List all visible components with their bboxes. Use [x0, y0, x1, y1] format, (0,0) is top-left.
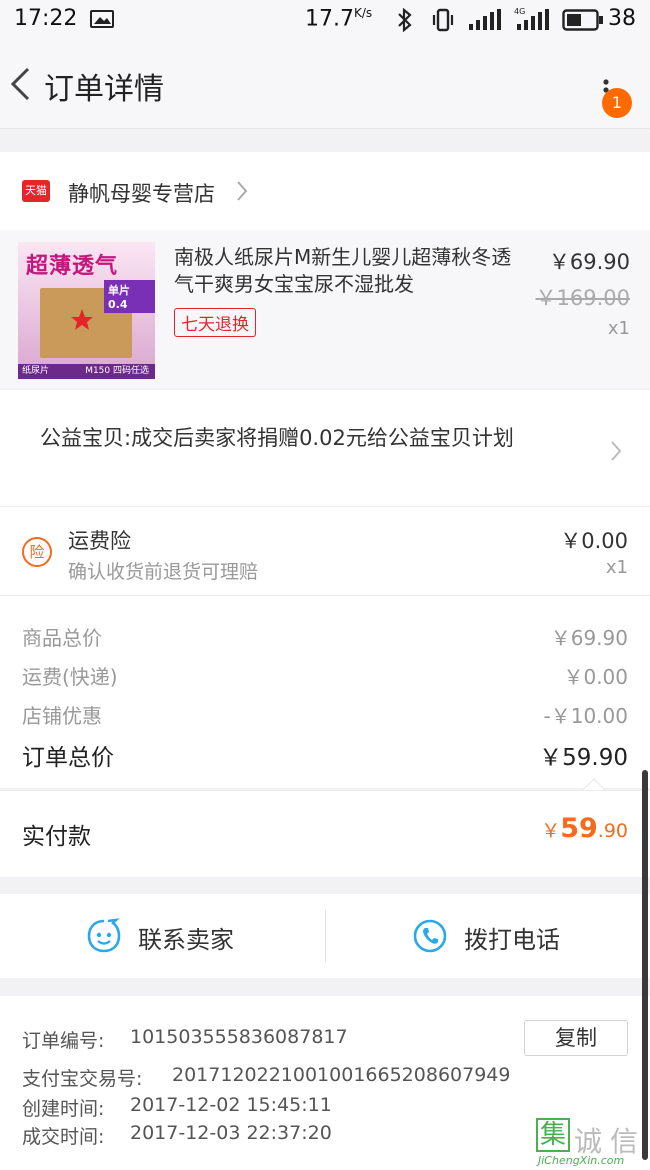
bluetooth-icon: [396, 7, 414, 36]
insurance-icon-char: 险: [29, 543, 45, 561]
status-time: 17:22: [14, 6, 78, 31]
product-quantity: x1: [607, 318, 630, 339]
call-phone-button[interactable]: 拨打电话: [326, 894, 650, 978]
scrollbar[interactable]: [642, 770, 648, 1160]
order-no-value: 101503555836087817: [130, 1026, 348, 1048]
battery-level: 38: [608, 6, 636, 31]
paid-amount-row: 实付款 ￥59.90: [0, 790, 650, 877]
paid-integer: 59: [560, 813, 598, 844]
charity-text: 公益宝贝:成交后卖家将捐赠0.02元给公益宝贝计划: [40, 426, 514, 450]
status-bar: 17:22 17.7K/s 4G 38: [0, 0, 650, 40]
watermark-logo: 集 诚 信 JiChengXin.com: [532, 1118, 650, 1170]
product-image-box-star: [70, 308, 94, 332]
signal-4g-icon: 4G: [514, 6, 550, 36]
product-image-banner: 超薄透气: [26, 254, 119, 279]
nav-header: 订单详情 1: [0, 40, 650, 129]
svg-text:4G: 4G: [514, 7, 525, 16]
watermark-url: JiChengXin.com: [538, 1154, 625, 1167]
notification-badge: 1: [602, 88, 632, 118]
created-label: 创建时间:: [22, 1098, 105, 1120]
order-total-label: 订单总价: [22, 745, 114, 771]
subtotal-label: 商品总价: [22, 626, 102, 650]
shop-name: 静帆母婴专营店: [68, 182, 215, 206]
chat-bubble-icon: [86, 918, 122, 958]
price-summary: 商品总价 ￥69.90 运费(快递) ￥0.00 店铺优惠 -￥10.00 订单…: [0, 596, 650, 792]
insurance-icon: 险: [22, 537, 52, 567]
paid-currency: ￥: [541, 820, 561, 842]
product-image-footer-right: M150 四码任选: [85, 366, 149, 376]
chevron-right-icon: [236, 180, 248, 206]
subtotal-value: ￥69.90: [550, 626, 628, 650]
battery-icon: [562, 9, 604, 35]
watermark-char-1: 集: [536, 1118, 570, 1152]
product-price: ￥69.90: [548, 250, 630, 274]
done-time: 2017-12-03 22:37:20: [130, 1122, 332, 1144]
discount-value: -￥10.00: [543, 704, 628, 728]
product-image-footer: 纸尿片 M150 四码任选: [18, 364, 155, 379]
shop-row[interactable]: 天猫 静帆母婴专营店: [0, 152, 650, 230]
call-phone-label: 拨打电话: [464, 926, 560, 954]
insurance-subtitle: 确认收货前退货可理赔: [68, 561, 259, 583]
shipping-value: ￥0.00: [563, 665, 628, 689]
discount-label: 店铺优惠: [22, 704, 102, 728]
charity-row[interactable]: 公益宝贝:成交后卖家将捐赠0.02元给公益宝贝计划: [0, 390, 650, 507]
back-arrow-icon[interactable]: [8, 66, 32, 106]
product-item[interactable]: 超薄透气 单片 0.4 纸尿片 M150 四码任选 南极人纸尿片M新生儿婴儿超薄…: [0, 230, 650, 388]
page-title: 订单详情: [44, 72, 164, 107]
done-label: 成交时间:: [22, 1126, 105, 1148]
alipay-no-label: 支付宝交易号:: [22, 1068, 143, 1090]
speed-unit: K/s: [353, 6, 373, 20]
alipay-no-value: 2017120221001001665208607949: [172, 1064, 511, 1086]
signal-icon: [468, 8, 502, 36]
action-bar: 联系卖家 拨打电话: [0, 894, 650, 978]
product-image-tag: 单片 0.4: [104, 280, 155, 313]
contact-seller-label: 联系卖家: [138, 926, 234, 954]
phone-icon: [412, 918, 448, 958]
contact-seller-button[interactable]: 联系卖家: [0, 894, 325, 978]
insurance-quantity: x1: [605, 557, 628, 578]
copy-button[interactable]: 复制: [524, 1020, 628, 1056]
insurance-title: 运费险: [68, 529, 131, 553]
vibrate-icon: [430, 8, 456, 36]
paid-label: 实付款: [22, 824, 91, 850]
tmall-tag: 天猫: [25, 184, 47, 197]
insurance-row: 险 运费险 确认收货前退货可理赔 ￥0.00 x1: [0, 507, 650, 596]
product-image: 超薄透气 单片 0.4 纸尿片 M150 四码任选: [18, 242, 155, 379]
service-tag: 七天退换: [174, 308, 256, 337]
created-time: 2017-12-02 15:45:11: [130, 1094, 332, 1116]
product-image-footer-left: 纸尿片: [22, 366, 50, 376]
image-icon: [90, 10, 114, 28]
order-no-label: 订单编号:: [22, 1030, 105, 1052]
order-total-value: ￥59.90: [539, 745, 628, 771]
product-title: 南极人纸尿片M新生儿婴儿超薄秋冬透气干爽男女宝宝尿不湿批发: [174, 245, 512, 296]
product-original-price: ￥169.00: [535, 286, 630, 310]
shipping-label: 运费(快递): [22, 665, 118, 689]
network-speed: 17.7K/s: [305, 6, 372, 31]
paid-decimal: .90: [597, 820, 628, 842]
speed-value: 17.7: [305, 6, 354, 32]
paid-value: ￥59.90: [541, 813, 628, 844]
insurance-price: ￥0.00: [560, 529, 628, 553]
chevron-right-icon: [610, 440, 622, 466]
tmall-logo: 天猫: [22, 180, 50, 202]
